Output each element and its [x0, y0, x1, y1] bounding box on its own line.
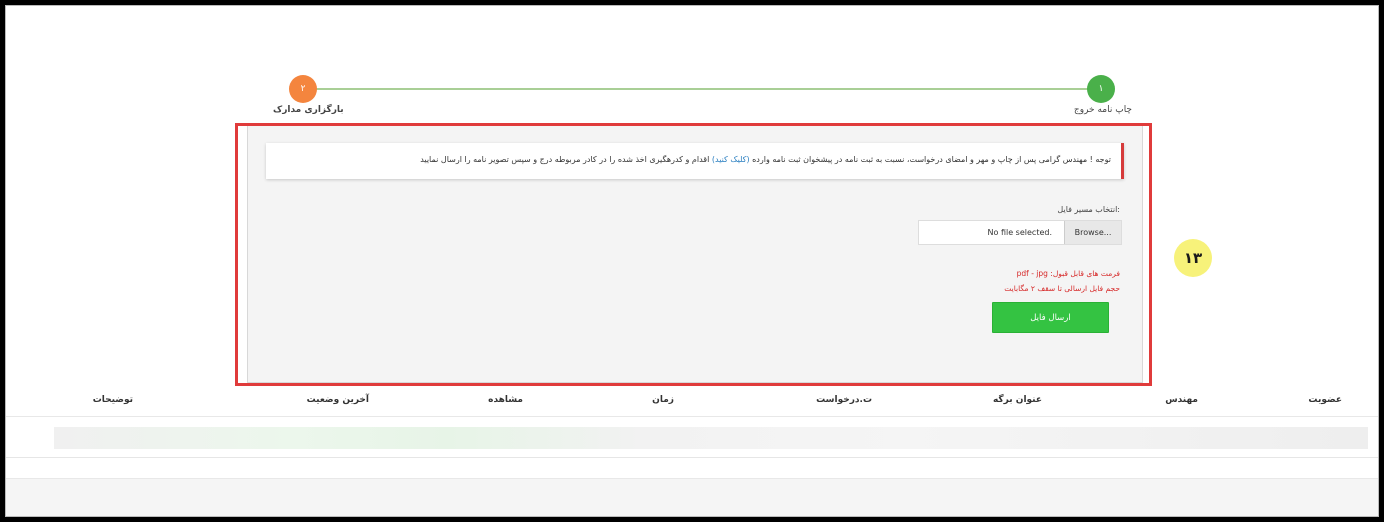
- progress-stepper: ۲ ۱ بارگزاری مدارک چاپ نامه خروج: [273, 75, 1132, 125]
- stepper-line: [304, 88, 1100, 90]
- table-footer-strip: [6, 478, 1378, 516]
- step-2-circle[interactable]: ۲: [289, 75, 317, 103]
- col-request-date: ت.درخواست: [816, 395, 872, 405]
- row-divider: [6, 457, 1378, 458]
- step-badge: ۱۳: [1174, 239, 1212, 277]
- step-1-label: چاپ نامه خروج: [1073, 105, 1132, 115]
- col-sheet-title: عنوان برگه: [992, 395, 1042, 405]
- table-header: عضویت مهندس عنوان برگه ت.درخواست زمان مش…: [6, 387, 1378, 417]
- col-time: زمان: [652, 395, 674, 405]
- col-view: مشاهده: [488, 395, 523, 405]
- col-membership: عضویت: [1308, 395, 1342, 405]
- step-2-label: بارگزاری مدارک: [273, 105, 344, 115]
- highlight-box: [235, 123, 1152, 386]
- col-last-status: آخرین وضعیت: [306, 395, 369, 405]
- col-description: توضیحات: [92, 395, 133, 405]
- table-row: [54, 427, 1368, 449]
- page-frame: ۲ ۱ بارگزاری مدارک چاپ نامه خروج توجه ! …: [5, 5, 1379, 517]
- col-engineer: مهندس: [1165, 395, 1198, 405]
- step-1-circle[interactable]: ۱: [1087, 75, 1115, 103]
